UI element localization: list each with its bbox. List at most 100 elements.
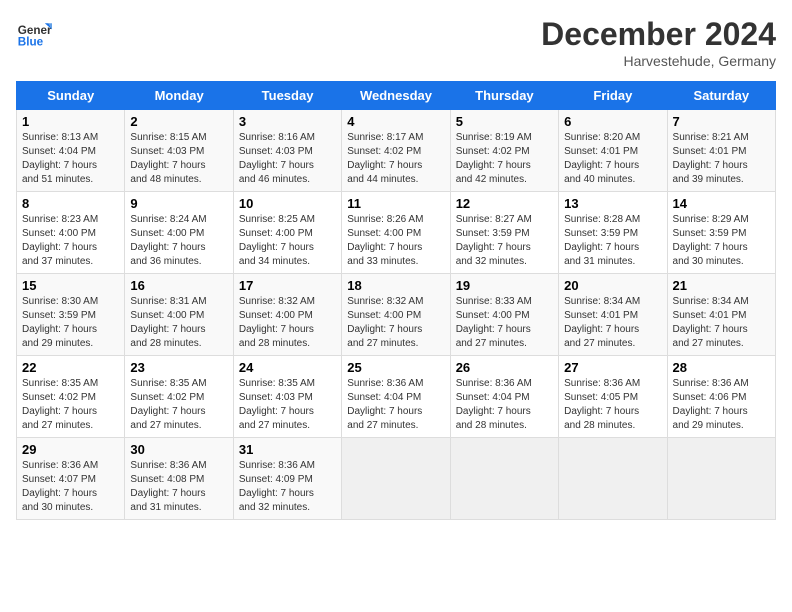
day-info: Sunrise: 8:29 AM Sunset: 3:59 PM Dayligh… (673, 213, 770, 269)
day-info: Sunrise: 8:30 AM Sunset: 3:59 PM Dayligh… (22, 295, 119, 351)
day-number: 3 (239, 114, 336, 129)
day-number: 22 (22, 360, 119, 375)
day-info: Sunrise: 8:34 AM Sunset: 4:01 PM Dayligh… (673, 295, 770, 351)
day-info: Sunrise: 8:19 AM Sunset: 4:02 PM Dayligh… (456, 131, 553, 187)
day-cell: 20 Sunrise: 8:34 AM Sunset: 4:01 PM Dayli… (559, 274, 667, 356)
day-number: 27 (564, 360, 661, 375)
day-cell: 2Sunrise: 8:15 AM Sunset: 4:03 PM Daylig… (125, 110, 233, 192)
day-info: Sunrise: 8:17 AM Sunset: 4:02 PM Dayligh… (347, 131, 444, 187)
header-day-thursday: Thursday (450, 82, 558, 110)
day-cell: 5 Sunrise: 8:19 AM Sunset: 4:02 PM Daylig… (450, 110, 558, 192)
day-cell: 30 Sunrise: 8:36 AM Sunset: 4:08 PM Dayli… (125, 438, 233, 520)
day-number: 8 (22, 196, 119, 211)
day-cell (667, 438, 775, 520)
header-day-friday: Friday (559, 82, 667, 110)
day-number: 18 (347, 278, 444, 293)
day-cell: 12 Sunrise: 8:27 AM Sunset: 3:59 PM Dayli… (450, 192, 558, 274)
day-number: 25 (347, 360, 444, 375)
day-number: 28 (673, 360, 770, 375)
header-row: SundayMondayTuesdayWednesdayThursdayFrid… (17, 82, 776, 110)
day-cell: 18Sunrise: 8:32 AM Sunset: 4:00 PM Dayli… (342, 274, 450, 356)
day-info: Sunrise: 8:34 AM Sunset: 4:01 PM Dayligh… (564, 295, 661, 351)
day-info: Sunrise: 8:20 AM Sunset: 4:01 PM Dayligh… (564, 131, 661, 187)
day-number: 9 (130, 196, 227, 211)
day-info: Sunrise: 8:35 AM Sunset: 4:03 PM Dayligh… (239, 377, 336, 433)
day-cell (450, 438, 558, 520)
week-row-4: 22 Sunrise: 8:35 AM Sunset: 4:02 PM Dayli… (17, 356, 776, 438)
day-cell: 24 Sunrise: 8:35 AM Sunset: 4:03 PM Dayli… (233, 356, 341, 438)
day-info: Sunrise: 8:21 AM Sunset: 4:01 PM Dayligh… (673, 131, 770, 187)
day-cell: 21 Sunrise: 8:34 AM Sunset: 4:01 PM Dayli… (667, 274, 775, 356)
header: General Blue December 2024 Harvestehude,… (16, 16, 776, 69)
logo-icon: General Blue (16, 16, 52, 52)
day-number: 10 (239, 196, 336, 211)
day-number: 30 (130, 442, 227, 457)
day-cell: 19Sunrise: 8:33 AM Sunset: 4:00 PM Dayli… (450, 274, 558, 356)
day-info: Sunrise: 8:23 AM Sunset: 4:00 PM Dayligh… (22, 213, 119, 269)
day-cell: 7 Sunrise: 8:21 AM Sunset: 4:01 PM Daylig… (667, 110, 775, 192)
day-info: Sunrise: 8:35 AM Sunset: 4:02 PM Dayligh… (22, 377, 119, 433)
day-number: 14 (673, 196, 770, 211)
day-info: Sunrise: 8:13 AM Sunset: 4:04 PM Dayligh… (22, 131, 119, 187)
day-info: Sunrise: 8:32 AM Sunset: 4:00 PM Dayligh… (239, 295, 336, 351)
header-day-wednesday: Wednesday (342, 82, 450, 110)
day-cell: 3 Sunrise: 8:16 AM Sunset: 4:03 PM Daylig… (233, 110, 341, 192)
day-info: Sunrise: 8:16 AM Sunset: 4:03 PM Dayligh… (239, 131, 336, 187)
day-cell: 16Sunrise: 8:31 AM Sunset: 4:00 PM Dayli… (125, 274, 233, 356)
day-number: 21 (673, 278, 770, 293)
day-cell: 27 Sunrise: 8:36 AM Sunset: 4:05 PM Dayli… (559, 356, 667, 438)
header-day-sunday: Sunday (17, 82, 125, 110)
day-info: Sunrise: 8:36 AM Sunset: 4:07 PM Dayligh… (22, 459, 119, 515)
day-cell: 14 Sunrise: 8:29 AM Sunset: 3:59 PM Dayli… (667, 192, 775, 274)
day-cell: 17Sunrise: 8:32 AM Sunset: 4:00 PM Dayli… (233, 274, 341, 356)
day-cell: 23 Sunrise: 8:35 AM Sunset: 4:02 PM Dayli… (125, 356, 233, 438)
week-row-2: 8 Sunrise: 8:23 AM Sunset: 4:00 PM Daylig… (17, 192, 776, 274)
day-cell: 15 Sunrise: 8:30 AM Sunset: 3:59 PM Dayli… (17, 274, 125, 356)
day-number: 12 (456, 196, 553, 211)
week-row-1: 1 Sunrise: 8:13 AM Sunset: 4:04 PM Daylig… (17, 110, 776, 192)
day-number: 6 (564, 114, 661, 129)
day-cell (559, 438, 667, 520)
day-info: Sunrise: 8:36 AM Sunset: 4:09 PM Dayligh… (239, 459, 336, 515)
day-cell: 9 Sunrise: 8:24 AM Sunset: 4:00 PM Daylig… (125, 192, 233, 274)
week-row-3: 15 Sunrise: 8:30 AM Sunset: 3:59 PM Dayli… (17, 274, 776, 356)
day-number: 23 (130, 360, 227, 375)
day-cell: 22 Sunrise: 8:35 AM Sunset: 4:02 PM Dayli… (17, 356, 125, 438)
day-cell: 11 Sunrise: 8:26 AM Sunset: 4:00 PM Dayli… (342, 192, 450, 274)
day-cell: 1 Sunrise: 8:13 AM Sunset: 4:04 PM Daylig… (17, 110, 125, 192)
day-info: Sunrise: 8:36 AM Sunset: 4:04 PM Dayligh… (347, 377, 444, 433)
day-info: Sunrise: 8:28 AM Sunset: 3:59 PM Dayligh… (564, 213, 661, 269)
month-title: December 2024 (541, 16, 776, 53)
day-cell: 28Sunrise: 8:36 AM Sunset: 4:06 PM Dayli… (667, 356, 775, 438)
day-number: 1 (22, 114, 119, 129)
header-day-tuesday: Tuesday (233, 82, 341, 110)
day-info: Sunrise: 8:36 AM Sunset: 4:04 PM Dayligh… (456, 377, 553, 433)
svg-text:Blue: Blue (18, 36, 44, 49)
day-number: 15 (22, 278, 119, 293)
day-number: 5 (456, 114, 553, 129)
day-number: 11 (347, 196, 444, 211)
calendar-table: SundayMondayTuesdayWednesdayThursdayFrid… (16, 81, 776, 520)
day-number: 26 (456, 360, 553, 375)
day-cell: 4Sunrise: 8:17 AM Sunset: 4:02 PM Daylig… (342, 110, 450, 192)
day-info: Sunrise: 8:36 AM Sunset: 4:08 PM Dayligh… (130, 459, 227, 515)
day-number: 20 (564, 278, 661, 293)
header-day-saturday: Saturday (667, 82, 775, 110)
day-info: Sunrise: 8:27 AM Sunset: 3:59 PM Dayligh… (456, 213, 553, 269)
day-info: Sunrise: 8:25 AM Sunset: 4:00 PM Dayligh… (239, 213, 336, 269)
day-cell (342, 438, 450, 520)
day-number: 31 (239, 442, 336, 457)
day-cell: 25 Sunrise: 8:36 AM Sunset: 4:04 PM Dayli… (342, 356, 450, 438)
header-day-monday: Monday (125, 82, 233, 110)
day-number: 24 (239, 360, 336, 375)
day-number: 7 (673, 114, 770, 129)
day-info: Sunrise: 8:31 AM Sunset: 4:00 PM Dayligh… (130, 295, 227, 351)
location: Harvestehude, Germany (541, 53, 776, 69)
day-info: Sunrise: 8:35 AM Sunset: 4:02 PM Dayligh… (130, 377, 227, 433)
day-number: 29 (22, 442, 119, 457)
day-info: Sunrise: 8:24 AM Sunset: 4:00 PM Dayligh… (130, 213, 227, 269)
day-info: Sunrise: 8:26 AM Sunset: 4:00 PM Dayligh… (347, 213, 444, 269)
title-area: December 2024 Harvestehude, Germany (541, 16, 776, 69)
week-row-5: 29 Sunrise: 8:36 AM Sunset: 4:07 PM Dayli… (17, 438, 776, 520)
day-info: Sunrise: 8:36 AM Sunset: 4:05 PM Dayligh… (564, 377, 661, 433)
